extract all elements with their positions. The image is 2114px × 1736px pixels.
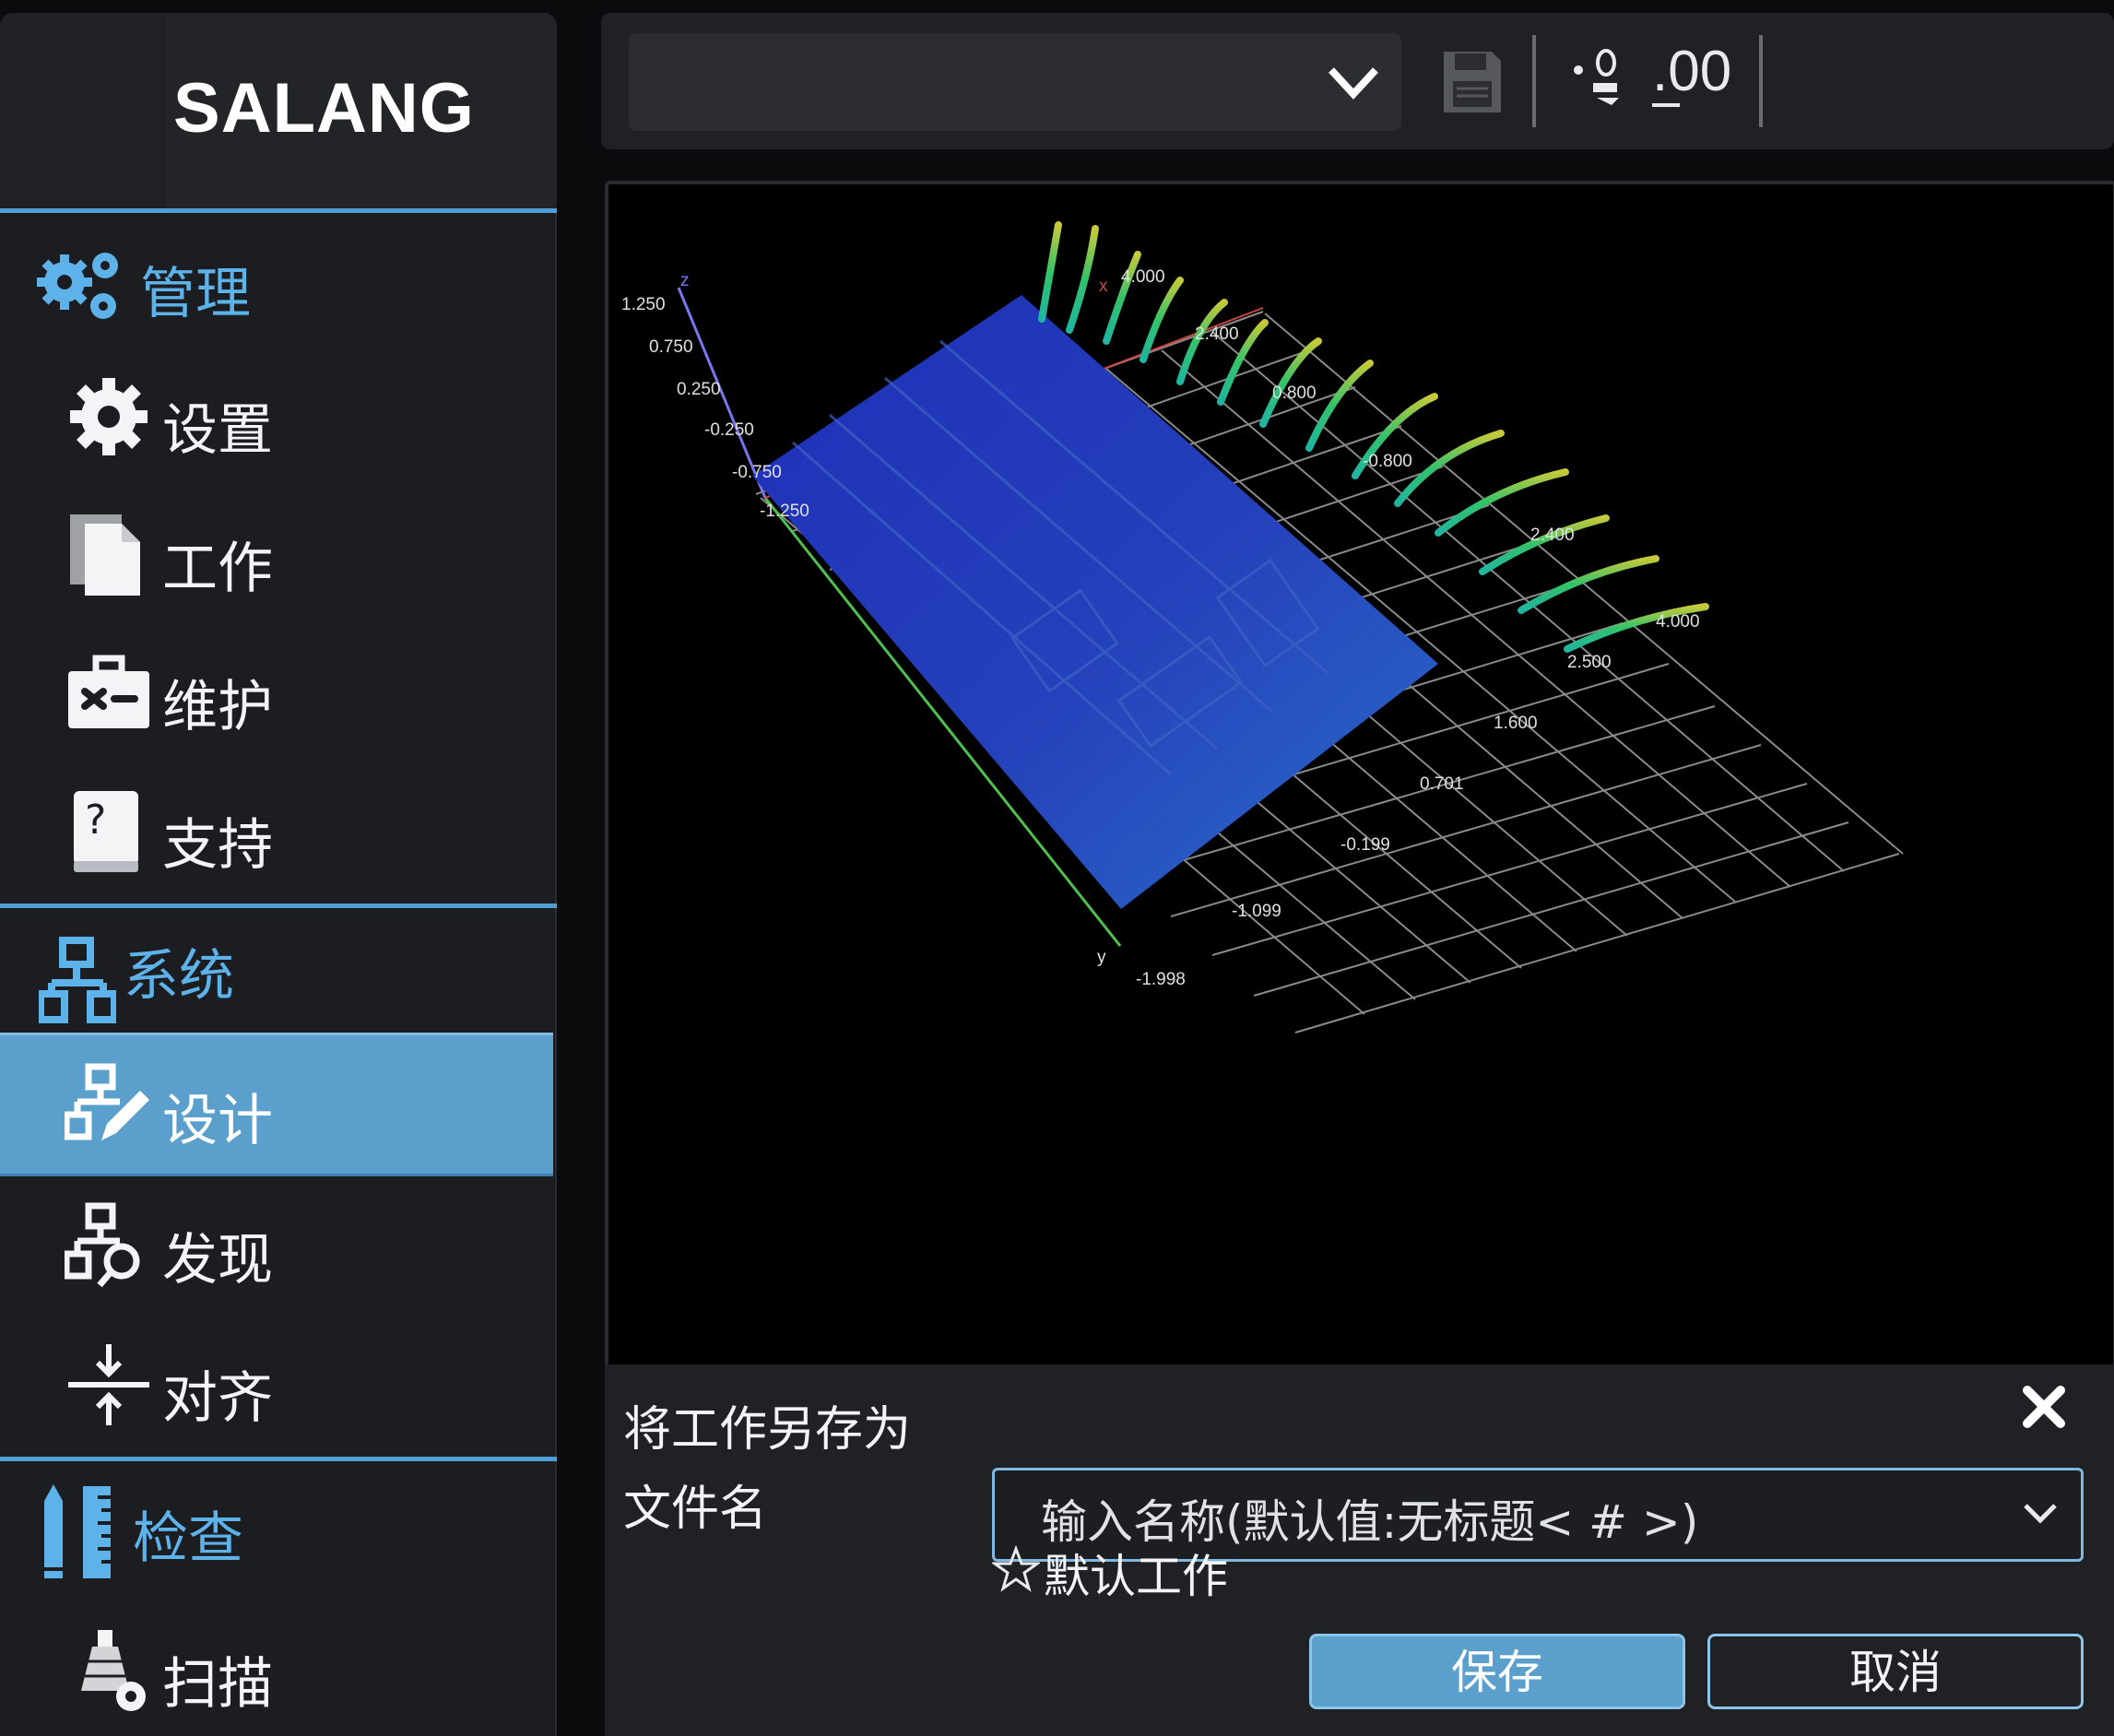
nav-item-align[interactable]: 对齐	[0, 1313, 553, 1451]
nav-item-discover[interactable]: 发现	[0, 1175, 553, 1313]
discover-icon	[65, 1202, 140, 1288]
z-tick: 0.250	[677, 380, 721, 399]
nav-item-label: 扫描	[162, 1652, 273, 1717]
nav-item-label: 维护	[162, 675, 273, 739]
y-tick: -1.998	[1136, 970, 1186, 989]
section-label: 管理	[140, 262, 251, 326]
z-tick: 1.250	[621, 295, 666, 314]
nav-item-settings[interactable]: 设置	[0, 345, 553, 483]
section-label: 系统	[124, 944, 234, 1009]
chevron-down-icon	[1329, 67, 1378, 100]
x-tick: 2.400	[1530, 526, 1575, 545]
toolbar: .00	[601, 13, 2114, 149]
logo-area: SALANG	[0, 13, 557, 208]
scan-icon	[81, 1630, 146, 1711]
filename-label: 文件名	[623, 1482, 768, 1537]
y-tick: -0.199	[1340, 835, 1390, 855]
help-book-icon: ?	[74, 791, 138, 872]
save-as-dialog: 将工作另存为 文件名 输入名称(默认值:无标题< # >) 默认工作 保存 取消	[605, 1364, 2114, 1736]
decimal-underline	[1652, 103, 1680, 107]
chevron-down-icon[interactable]	[2022, 1498, 2059, 1528]
sidebar: SALANG 管理 设置 工作 维护 ? 支持 系统 设计 发现 对齐 检查 扫…	[0, 13, 557, 1736]
point-cloud-view[interactable]: z x y 1.250 0.750 0.250 -0.250 -0.750 -1…	[608, 184, 2113, 1368]
z-tick: -0.750	[732, 463, 782, 482]
divider	[0, 1457, 557, 1461]
nav-item-label: 对齐	[162, 1366, 273, 1431]
default-job-label[interactable]: 默认工作	[1044, 1540, 1228, 1606]
z-axis-label: z	[680, 271, 690, 290]
decimal-places-label[interactable]: .00	[1652, 39, 1731, 104]
y-tick: -1.099	[1232, 902, 1281, 921]
nav-item-label: 支持	[162, 813, 273, 878]
svg-text:?: ?	[85, 797, 106, 844]
divider	[0, 903, 557, 908]
y-tick: 0.701	[1420, 774, 1464, 794]
nav-item-label: 工作	[162, 537, 273, 601]
x-axis-label: x	[1099, 277, 1108, 296]
nav-item-label: 设置	[162, 398, 273, 463]
nav-item-support[interactable]: ? 支持	[0, 760, 553, 898]
gears-icon	[37, 253, 118, 319]
x-tick: 0.800	[1272, 384, 1317, 403]
x-tick: 4.000	[1121, 267, 1165, 287]
section-label: 检查	[133, 1506, 243, 1571]
toolbar-divider	[1532, 35, 1536, 127]
toolbox-icon	[68, 655, 149, 728]
z-tick: 0.750	[649, 337, 693, 357]
x-tick: 4.000	[1656, 612, 1700, 632]
x-tick: 2.400	[1195, 325, 1239, 344]
y-tick: 2.500	[1567, 653, 1612, 672]
design-icon	[65, 1063, 149, 1140]
3d-viewport[interactable]: z x y 1.250 0.750 0.250 -0.250 -0.750 -1…	[605, 181, 2114, 1372]
nav-item-maintenance[interactable]: 维护	[0, 621, 553, 760]
nav-item-label: 发现	[162, 1228, 273, 1293]
star-icon[interactable]	[992, 1545, 1040, 1593]
z-tick: -1.250	[760, 502, 809, 521]
nav-item-scan[interactable]: 扫描	[0, 1599, 553, 1736]
section-header-system[interactable]: 系统	[0, 915, 557, 1034]
dialog-title: 将工作另存为	[623, 1402, 912, 1458]
x-tick: -0.800	[1363, 452, 1412, 471]
close-icon[interactable]	[2018, 1381, 2070, 1433]
save-icon[interactable]	[1440, 48, 1505, 116]
save-button[interactable]: 保存	[1309, 1634, 1685, 1709]
section-header-inspect[interactable]: 检查	[0, 1466, 557, 1586]
network-icon	[39, 937, 116, 1023]
nav-item-job[interactable]: 工作	[0, 483, 553, 621]
brand-logo: SALANG	[173, 69, 475, 148]
document-icon	[70, 514, 140, 596]
y-axis-label: y	[1097, 948, 1106, 967]
nav-item-label: 设计	[162, 1089, 273, 1153]
cancel-button[interactable]: 取消	[1707, 1634, 2084, 1709]
view-select-dropdown[interactable]	[629, 33, 1401, 131]
measure-icon	[44, 1484, 111, 1578]
toolbar-divider	[1759, 35, 1763, 127]
nav-item-design[interactable]: 设计	[0, 1033, 553, 1176]
section-header-manage[interactable]: 管理	[0, 218, 557, 337]
divider	[0, 208, 557, 213]
y-tick: 1.600	[1494, 714, 1538, 733]
gear-icon	[70, 378, 148, 455]
z-tick: -0.250	[704, 420, 754, 440]
align-icon	[68, 1344, 149, 1425]
